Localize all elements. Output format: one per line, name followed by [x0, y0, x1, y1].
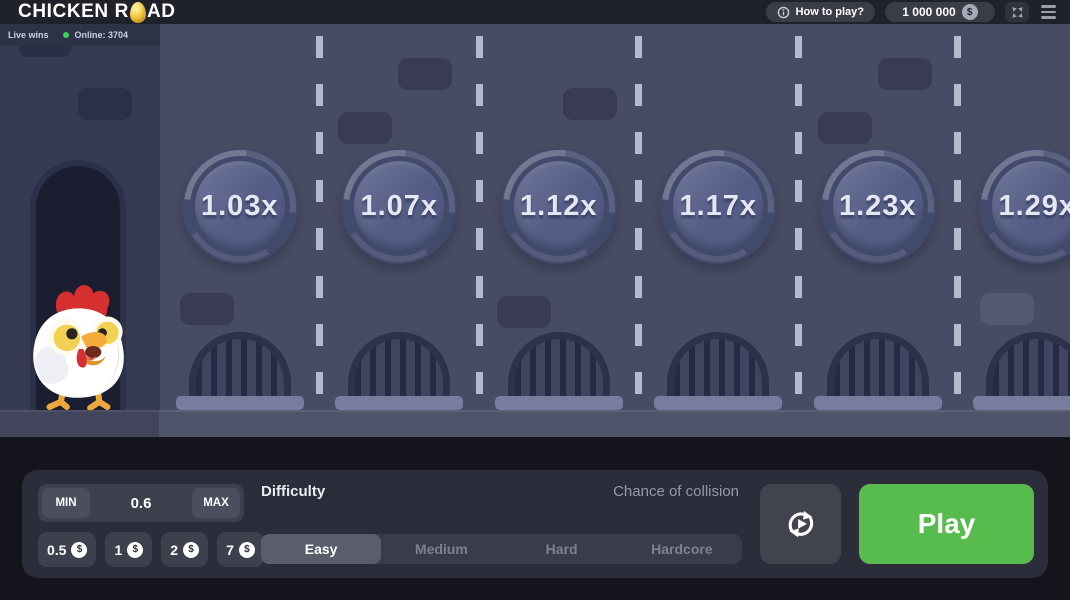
sewer-grate-icon — [827, 332, 929, 398]
control-panel: MIN 0.6 MAX 0.5 $ 1 $ 2 $ 7 $ Difficulty… — [22, 470, 1048, 578]
multiplier-disc[interactable]: 1.03x — [182, 148, 298, 264]
multiplier-disc[interactable]: 1.07x — [341, 148, 457, 264]
autoplay-button[interactable] — [760, 484, 841, 564]
multiplier-value: 1.03x — [201, 190, 279, 223]
grate-sill — [495, 396, 623, 410]
road-patch — [497, 296, 551, 328]
multiplier-value: 1.29x — [998, 190, 1070, 223]
multiplier-value: 1.12x — [520, 190, 598, 223]
play-button[interactable]: Play — [859, 484, 1034, 564]
chip-button[interactable]: 1 $ — [105, 532, 152, 567]
chance-of-collision-label: Chance of collision — [452, 483, 739, 500]
game-area: 1.03x 1.07x 1.12x 1.17x 1.23x 1.29x Live wins… — [0, 24, 1070, 437]
coin-icon: $ — [127, 542, 143, 558]
min-bet-button[interactable]: MIN — [42, 488, 90, 518]
sewer-grate-icon — [667, 332, 769, 398]
coin-icon: $ — [239, 542, 255, 558]
fullscreen-icon — [1011, 6, 1024, 19]
online-count: Online: 3704 — [75, 30, 129, 40]
grate-sill — [335, 396, 463, 410]
lane: 1.12x — [479, 24, 639, 437]
bet-chips: 0.5 $ 1 $ 2 $ 7 $ — [38, 532, 264, 567]
start-zone: Live wins Online: 3704 — [0, 24, 160, 437]
balance-display[interactable]: 1 000 000 $ — [885, 2, 995, 22]
difficulty-tab-hard[interactable]: Hard — [502, 534, 622, 564]
difficulty-tab-medium[interactable]: Medium — [381, 534, 501, 564]
difficulty-tab-hardcore[interactable]: Hardcore — [622, 534, 742, 564]
lane: 1.29x — [958, 24, 1070, 437]
chip-button[interactable]: 2 $ — [161, 532, 208, 567]
bet-amount-bar: MIN 0.6 MAX — [38, 484, 244, 522]
road-patch — [563, 88, 617, 120]
sewer-grate-icon — [508, 332, 610, 398]
grate-sill — [654, 396, 782, 410]
road-patch — [980, 293, 1034, 325]
egg-icon — [130, 2, 146, 23]
balance-amount: 1 000 000 — [902, 5, 955, 19]
road-patch — [338, 112, 392, 144]
difficulty-tabs: Easy Medium Hard Hardcore — [261, 534, 742, 564]
coin-icon: $ — [962, 4, 978, 20]
how-to-play-label: How to play? — [796, 6, 864, 18]
hamburger-icon — [1041, 5, 1056, 7]
max-bet-button[interactable]: MAX — [192, 488, 240, 518]
multiplier-value: 1.23x — [839, 190, 917, 223]
multiplier-disc[interactable]: 1.12x — [501, 148, 617, 264]
sewer-grate-icon — [986, 332, 1070, 398]
multiplier-disc[interactable]: 1.23x — [820, 148, 936, 264]
difficulty-label: Difficulty — [261, 483, 325, 500]
multiplier-disc[interactable]: 1.29x — [979, 148, 1070, 264]
grate-sill — [973, 396, 1070, 410]
menu-button[interactable] — [1039, 3, 1058, 20]
coin-icon: $ — [71, 542, 87, 558]
difficulty-tab-easy[interactable]: Easy — [261, 534, 381, 564]
road-patch — [78, 88, 132, 120]
info-icon — [777, 6, 790, 19]
app-logo: CHICKEN R AD — [18, 1, 176, 23]
how-to-play-button[interactable]: How to play? — [766, 2, 875, 22]
topbar: CHICKEN R AD How to play? 1 000 000 $ — [0, 0, 1070, 24]
chicken-road-app: CHICKEN R AD How to play? 1 000 000 $ — [0, 0, 1070, 600]
multiplier-value: 1.07x — [360, 190, 438, 223]
lane: 1.23x — [798, 24, 958, 437]
sewer-grate-icon — [189, 332, 291, 398]
logo-text-suffix: AD — [147, 1, 176, 23]
live-wins-label[interactable]: Live wins — [8, 30, 49, 40]
fullscreen-button[interactable] — [1005, 2, 1029, 22]
lane: 1.03x — [160, 24, 320, 437]
multiplier-value: 1.17x — [679, 190, 757, 223]
road-patch — [180, 293, 234, 325]
logo-text-prefix: CHICKEN R — [18, 1, 129, 23]
autoplay-icon — [783, 506, 819, 542]
chip-button[interactable]: 0.5 $ — [38, 532, 96, 567]
grate-sill — [814, 396, 942, 410]
chicken-character — [20, 280, 140, 412]
road-patch — [818, 112, 872, 144]
status-row: Live wins Online: 3704 — [0, 24, 160, 46]
topbar-actions: How to play? 1 000 000 $ — [766, 2, 1058, 22]
road-patch — [878, 58, 932, 90]
sidewalk — [0, 410, 1070, 437]
sewer-grate-icon — [348, 332, 450, 398]
chip-button[interactable]: 7 $ — [217, 532, 264, 567]
bet-amount-value: 0.6 — [90, 495, 192, 512]
road-patch — [398, 58, 452, 90]
grate-sill — [176, 396, 304, 410]
online-dot — [63, 32, 69, 38]
coin-icon: $ — [183, 542, 199, 558]
multiplier-disc[interactable]: 1.17x — [660, 148, 776, 264]
lane: 1.17x — [639, 24, 799, 437]
